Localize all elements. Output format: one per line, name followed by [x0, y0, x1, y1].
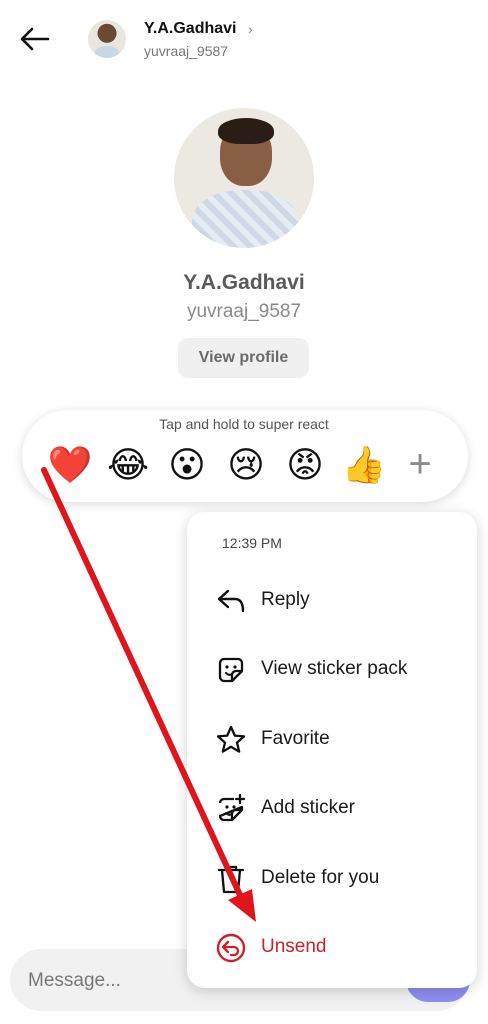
- menu-item-label: Unsend: [261, 936, 327, 957]
- menu-item-label: Add sticker: [261, 797, 355, 818]
- menu-item-label: Delete for you: [261, 867, 380, 888]
- menu-item-view-sticker-pack[interactable]: View sticker pack: [204, 645, 474, 695]
- header-name[interactable]: Y.A.Gadhavi: [144, 20, 236, 38]
- angry-emoji-icon[interactable]: 😡: [282, 442, 328, 488]
- crying-emoji-icon[interactable]: 😢: [223, 442, 269, 488]
- reply-icon: [217, 589, 245, 613]
- view-profile-button[interactable]: View profile: [178, 338, 309, 378]
- heart-emoji-icon[interactable]: ❤️: [47, 442, 93, 488]
- back-arrow-icon[interactable]: [18, 24, 52, 54]
- menu-item-delete-for-you[interactable]: Delete for you: [204, 854, 474, 904]
- menu-item-reply[interactable]: Reply: [204, 576, 474, 626]
- menu-item-label: Favorite: [261, 728, 330, 749]
- sticker-icon: [218, 657, 244, 683]
- menu-item-label: View sticker pack: [261, 658, 408, 679]
- star-icon: [216, 725, 246, 753]
- trash-icon: [217, 865, 245, 894]
- header-username: yuvraaj_9587: [144, 43, 229, 59]
- profile-name: Y.A.Gadhavi: [183, 271, 305, 294]
- chevron-right-icon: ›: [248, 21, 253, 37]
- laughing-emoji-icon[interactable]: 😂: [105, 442, 151, 488]
- unsend-icon: [216, 933, 246, 963]
- profile-avatar[interactable]: [174, 108, 314, 248]
- header-avatar[interactable]: [88, 20, 126, 58]
- menu-item-unsend[interactable]: Unsend: [204, 923, 474, 973]
- profile-username: yuvraaj_9587: [186, 301, 302, 322]
- menu-item-label: Reply: [261, 589, 310, 610]
- add-reaction-icon[interactable]: +: [400, 442, 440, 488]
- surprised-emoji-icon[interactable]: 😮: [164, 442, 210, 488]
- message-timestamp: 12:39 PM: [222, 535, 282, 551]
- menu-item-favorite[interactable]: Favorite: [204, 715, 474, 765]
- add-sticker-icon: [218, 793, 246, 822]
- reaction-hint: Tap and hold to super react: [159, 416, 329, 432]
- message-placeholder: Message...: [28, 970, 121, 991]
- thumbs-up-emoji-icon[interactable]: 👍: [341, 442, 387, 488]
- menu-item-add-sticker[interactable]: Add sticker: [204, 784, 474, 834]
